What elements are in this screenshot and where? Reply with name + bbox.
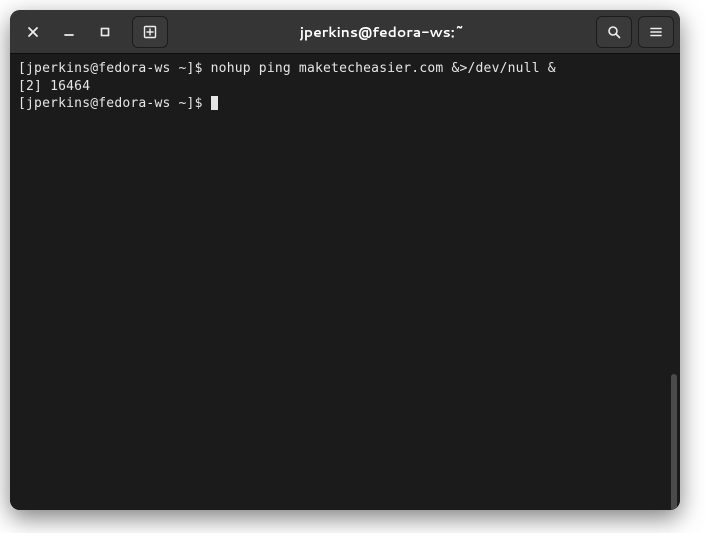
header-actions [596,16,674,48]
maximize-button[interactable] [88,17,122,47]
prompt-text: [jperkins@fedora-ws ~]$ [18,61,211,76]
minimize-button[interactable] [52,17,86,47]
prompt-text: [jperkins@fedora-ws ~]$ [18,96,211,111]
menu-button[interactable] [638,16,674,48]
maximize-icon [99,26,111,38]
cursor-icon [211,96,218,110]
terminal-window: jperkins@fedora-ws:~ [jperkins@fedora-ws… [10,10,680,510]
window-title: jperkins@fedora-ws:~ [168,22,596,42]
search-button[interactable] [596,16,632,48]
scrollbar[interactable] [671,374,677,510]
command-text: nohup ping maketecheasier.com &>/dev/nul… [211,61,556,76]
titlebar: jperkins@fedora-ws:~ [10,10,680,54]
minimize-icon [63,26,75,38]
terminal-line: [jperkins@fedora-ws ~]$ [18,95,672,113]
new-tab-button[interactable] [132,16,168,48]
search-icon [607,25,621,39]
terminal-body[interactable]: [jperkins@fedora-ws ~]$ nohup ping maket… [10,54,680,510]
hamburger-icon [649,25,663,39]
terminal-line: [jperkins@fedora-ws ~]$ nohup ping maket… [18,60,672,78]
window-controls [16,16,168,48]
new-tab-icon [143,25,157,39]
output-text: [2] 16464 [18,79,90,94]
terminal-line: [2] 16464 [18,78,672,96]
close-icon [27,26,39,38]
close-button[interactable] [16,17,50,47]
